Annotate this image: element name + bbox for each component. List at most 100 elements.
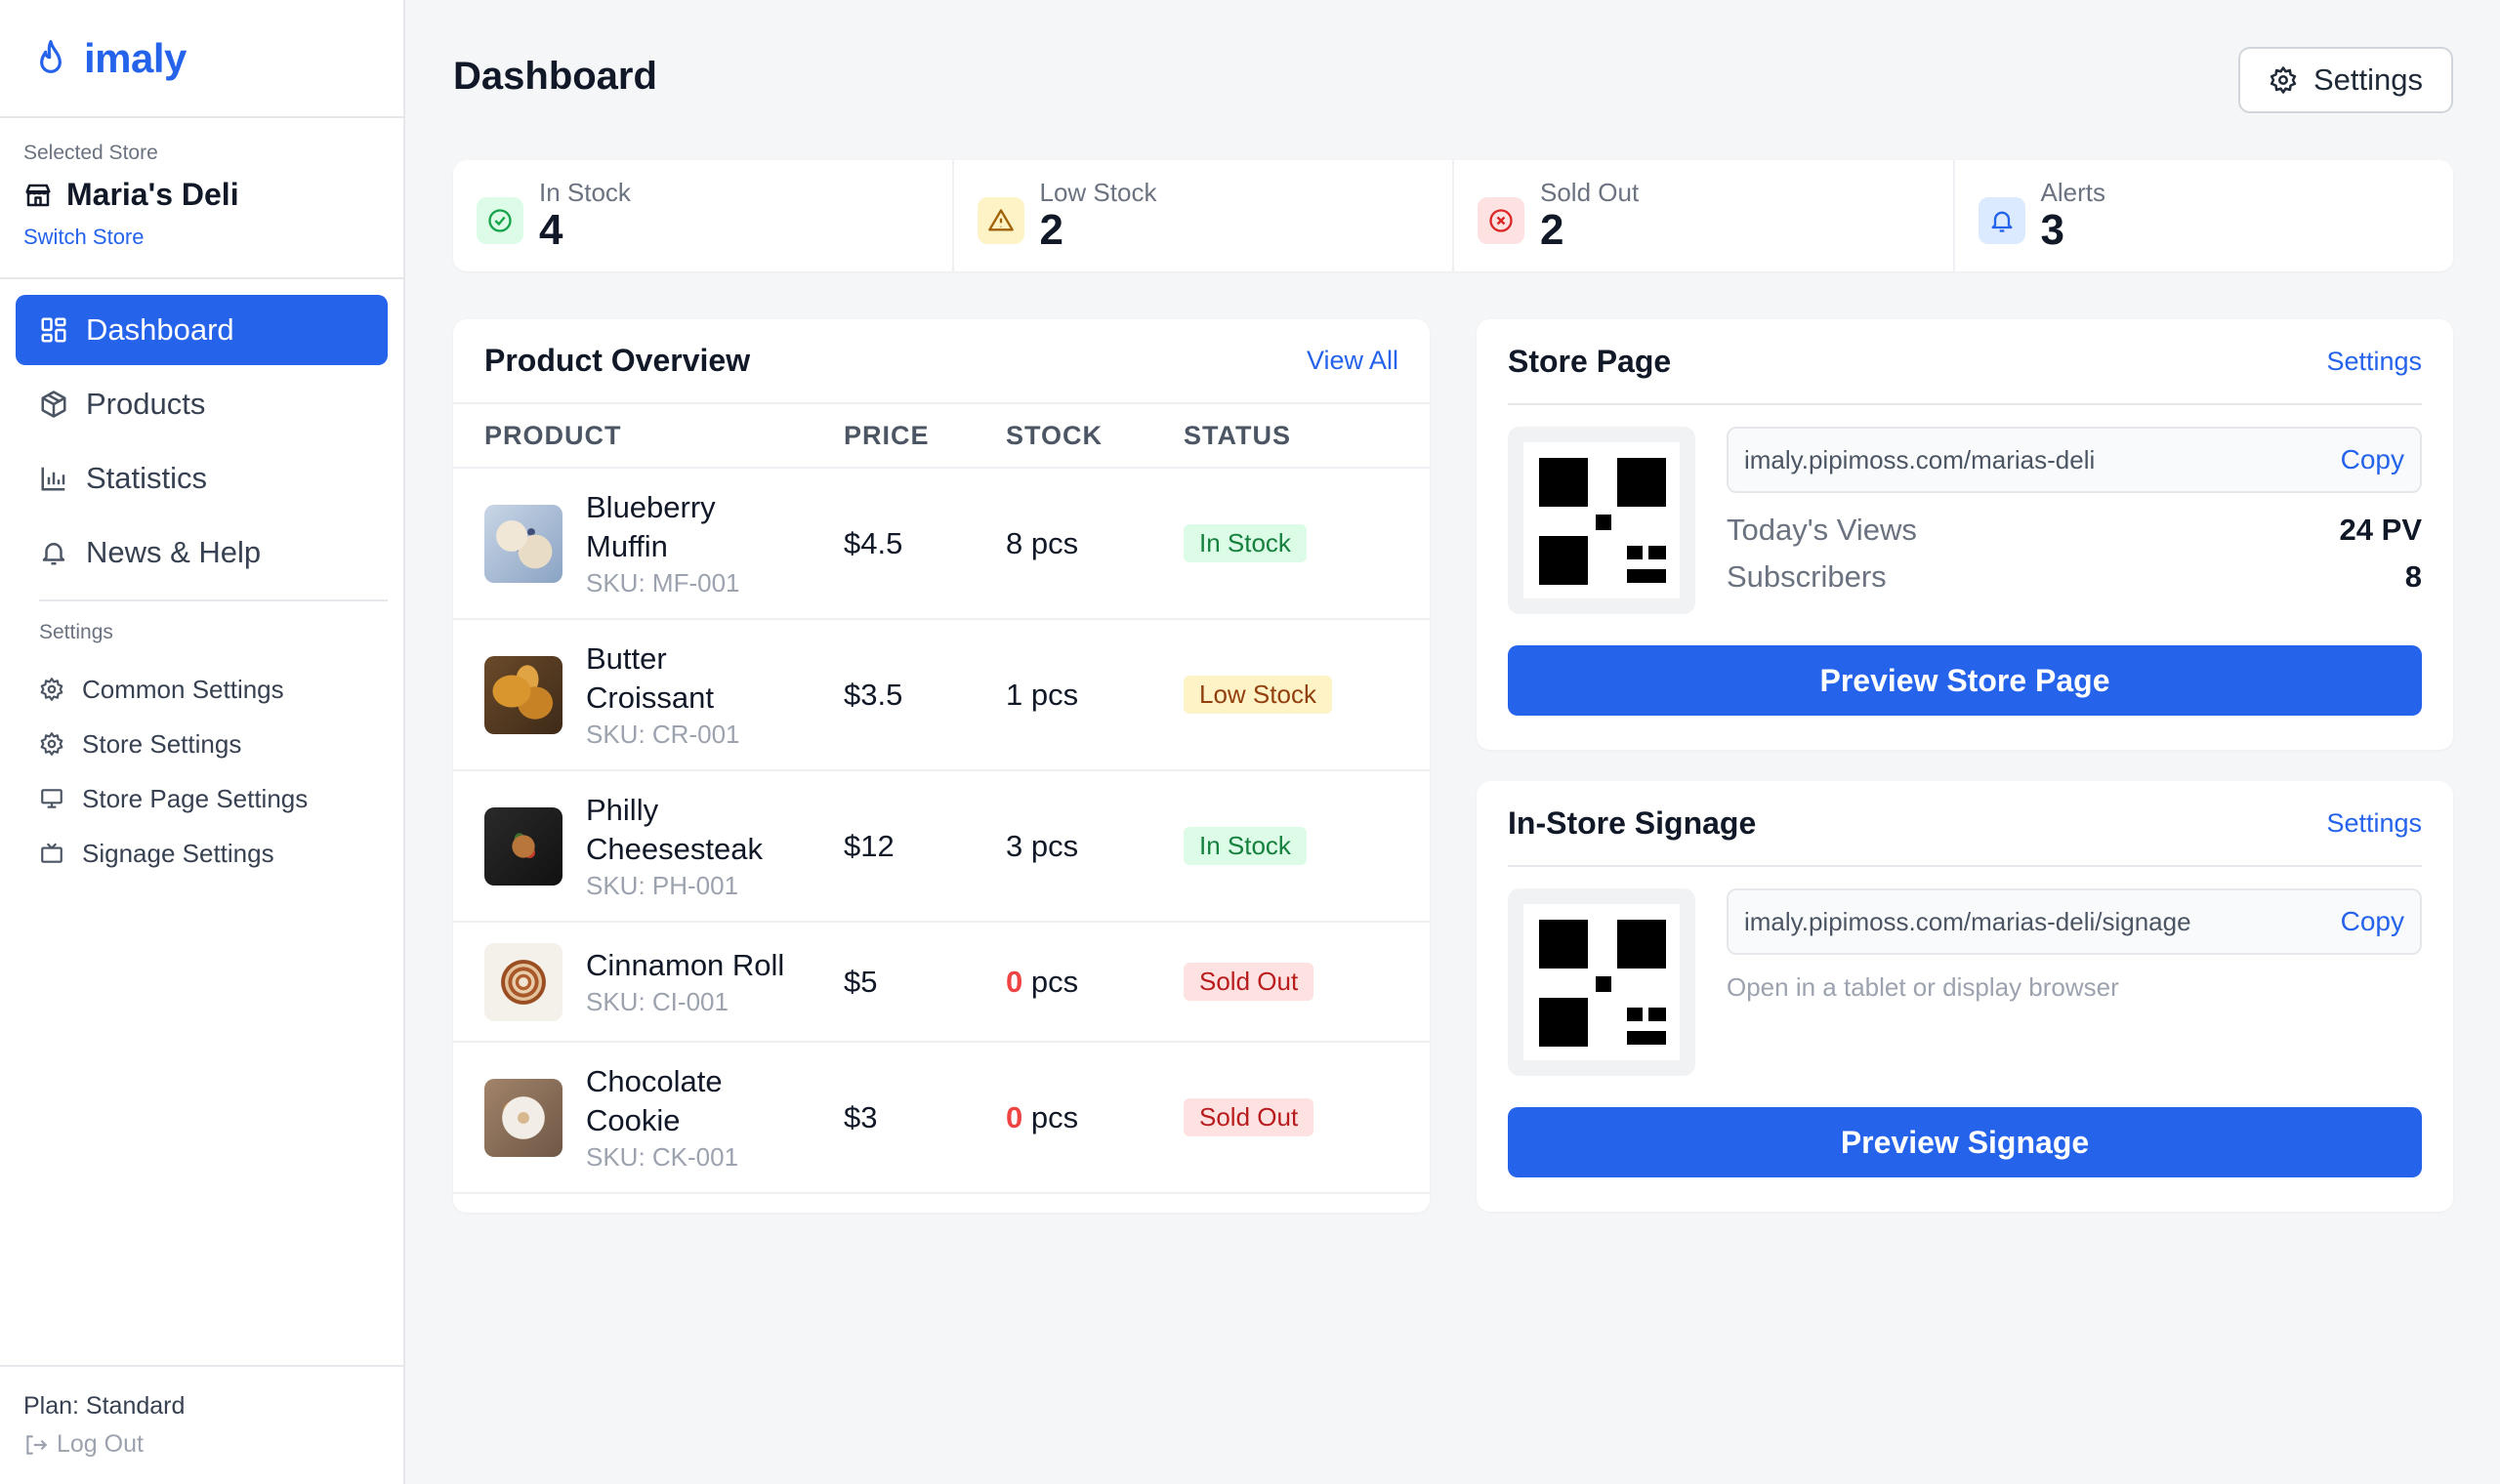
- copy-url-button[interactable]: Copy: [2341, 444, 2404, 475]
- sub-item-label: Common Settings: [82, 674, 284, 704]
- status-badge: Sold Out: [1184, 1098, 1314, 1136]
- nav-item-store-page-settings[interactable]: Store Page Settings: [16, 771, 388, 826]
- product-name: Cheesesteak: [586, 831, 763, 866]
- gear-icon: [40, 678, 63, 701]
- dashboard-icon: [41, 317, 66, 343]
- stat-sold-out[interactable]: Sold Out 2: [1454, 160, 1955, 271]
- settings-button-label: Settings: [2312, 62, 2423, 97]
- column-header: PRODUCT: [484, 420, 622, 450]
- store-url: imaly.pipimoss.com/marias-deli: [1744, 444, 2096, 474]
- sidebar: imaly Selected Store Maria's Deli Switch…: [0, 0, 405, 1484]
- brand[interactable]: imaly: [0, 0, 403, 118]
- product-stock: 3 pcs: [1006, 829, 1184, 864]
- table-row[interactable]: Butter Croissant SKU: CR-001 $3.5 1 pcs …: [453, 620, 1430, 771]
- table-header: PRODUCT PRICE STOCK STATUS: [453, 404, 1430, 469]
- stat-value: 2: [1039, 206, 1063, 254]
- qr-code: [1508, 888, 1695, 1076]
- gear-icon: [2270, 66, 2297, 94]
- nav-item-store-settings[interactable]: Store Settings: [16, 717, 388, 771]
- card-title: Store Page: [1508, 343, 1672, 379]
- table-row[interactable]: Blueberry Muffin SKU: MF-001 $4.5 8 pcs …: [453, 469, 1430, 620]
- product-name: Chocolate: [586, 1063, 723, 1098]
- product-sku: SKU: PH-001: [586, 870, 739, 900]
- switch-store-link[interactable]: Switch Store: [23, 225, 145, 250]
- signage-url-field[interactable]: imaly.pipimoss.com/marias-deli/signage C…: [1727, 888, 2422, 955]
- stock-unit: pcs: [1030, 525, 1079, 560]
- stats-bar: In Stock 4 Low Stock 2 Sold Out 2 Alerts…: [453, 160, 2453, 271]
- preview-store-page-button[interactable]: Preview Store Page: [1508, 645, 2422, 716]
- product-name: Cinnamon Roll: [586, 947, 785, 982]
- product-name: Blueberry: [586, 489, 716, 524]
- stock-unit: pcs: [1030, 964, 1079, 999]
- preview-signage-button[interactable]: Preview Signage: [1508, 1107, 2422, 1177]
- nav-label: Statistics: [86, 461, 208, 495]
- status-badge: Sold Out: [1184, 963, 1314, 1001]
- stat-icon-box: [1978, 197, 2025, 244]
- nav-label: News & Help: [86, 535, 262, 569]
- stat-label: Alerts: [2040, 178, 2105, 207]
- store-page-settings-link[interactable]: Settings: [2326, 347, 2422, 377]
- product-sku: SKU: CR-001: [586, 719, 740, 749]
- table-row[interactable]: Chocolate Cookie SKU: CK-001 $3 0 pcs So…: [453, 1043, 1430, 1194]
- product-image: [484, 806, 562, 886]
- metric-label: Today's Views: [1727, 513, 1917, 547]
- logout-button[interactable]: Log Out: [23, 1430, 380, 1459]
- settings-button[interactable]: Settings: [2238, 47, 2453, 113]
- check-circle-icon: [488, 209, 512, 232]
- storefront-icon: [25, 184, 51, 206]
- in-store-signage-card: In-Store Signage Settings imaly.pipimoss…: [1477, 781, 2453, 1212]
- product-overview-card: Product Overview View All PRODUCT PRICE …: [453, 319, 1430, 1213]
- qr-code-icon: [1523, 904, 1680, 1060]
- stat-icon-box: [1478, 197, 1524, 244]
- nav-item-products[interactable]: Products: [16, 369, 388, 439]
- stat-icon-box: [977, 197, 1024, 244]
- store-name: Maria's Deli: [66, 177, 239, 212]
- logout-label: Log Out: [57, 1430, 144, 1458]
- signage-settings-link[interactable]: Settings: [2326, 808, 2422, 839]
- monitor-icon: [41, 789, 62, 808]
- product-price: $4.5: [844, 525, 903, 560]
- product-name: Butter: [586, 640, 667, 676]
- stat-alerts[interactable]: Alerts 3: [1955, 160, 2454, 271]
- nav-item-common-settings[interactable]: Common Settings: [16, 662, 388, 717]
- table-row[interactable]: Cinnamon Roll SKU: CI-001 $5 0 pcs Sold …: [453, 923, 1430, 1043]
- nav-item-statistics[interactable]: Statistics: [16, 443, 388, 514]
- page-title: Dashboard: [453, 55, 657, 98]
- product-image: [484, 942, 562, 1021]
- signage-hint: Open in a tablet or display browser: [1727, 972, 2119, 1002]
- stat-value: 2: [1540, 206, 1564, 254]
- view-all-link[interactable]: View All: [1307, 346, 1398, 376]
- metric-value: 24 PV: [2339, 513, 2422, 547]
- product-stock: 8 pcs: [1006, 526, 1184, 561]
- qr-code-icon: [1523, 442, 1680, 598]
- sidebar-footer: Plan: Standard Log Out: [0, 1365, 403, 1484]
- product-stock: 0 pcs: [1006, 1100, 1184, 1135]
- stat-value: 4: [539, 206, 563, 254]
- stat-low-stock[interactable]: Low Stock 2: [954, 160, 1454, 271]
- stat-in-stock[interactable]: In Stock 4: [453, 160, 954, 271]
- product-sku: SKU: CK-001: [586, 1141, 739, 1172]
- status-badge: In Stock: [1184, 524, 1307, 562]
- store-url-field[interactable]: imaly.pipimoss.com/marias-deli Copy: [1727, 427, 2422, 493]
- product-sku: SKU: CI-001: [586, 986, 729, 1016]
- column-header: STOCK: [1006, 420, 1104, 450]
- product-name: Philly: [586, 792, 659, 827]
- nav-divider: [39, 599, 388, 601]
- product-image: [484, 655, 562, 734]
- nav-item-dashboard[interactable]: Dashboard: [16, 295, 388, 365]
- stat-label: Sold Out: [1540, 178, 1640, 207]
- stat-label: In Stock: [539, 178, 631, 207]
- stock-count: 8: [1006, 525, 1023, 560]
- copy-url-button[interactable]: Copy: [2341, 906, 2404, 937]
- sub-item-label: Signage Settings: [82, 838, 274, 868]
- product-image: [484, 1078, 562, 1157]
- product-price: $3.5: [844, 677, 903, 712]
- tv-icon: [41, 843, 62, 863]
- nav-label: Dashboard: [86, 312, 234, 347]
- sub-item-label: Store Page Settings: [82, 783, 309, 813]
- nav-item-signage-settings[interactable]: Signage Settings: [16, 826, 388, 881]
- table-row[interactable]: Philly Cheesesteak SKU: PH-001 $12 3 pcs…: [453, 771, 1430, 923]
- store-selector: Selected Store Maria's Deli Switch Store: [0, 118, 403, 279]
- stat-value: 3: [2040, 206, 2064, 254]
- nav-item-news-help[interactable]: News & Help: [16, 517, 388, 588]
